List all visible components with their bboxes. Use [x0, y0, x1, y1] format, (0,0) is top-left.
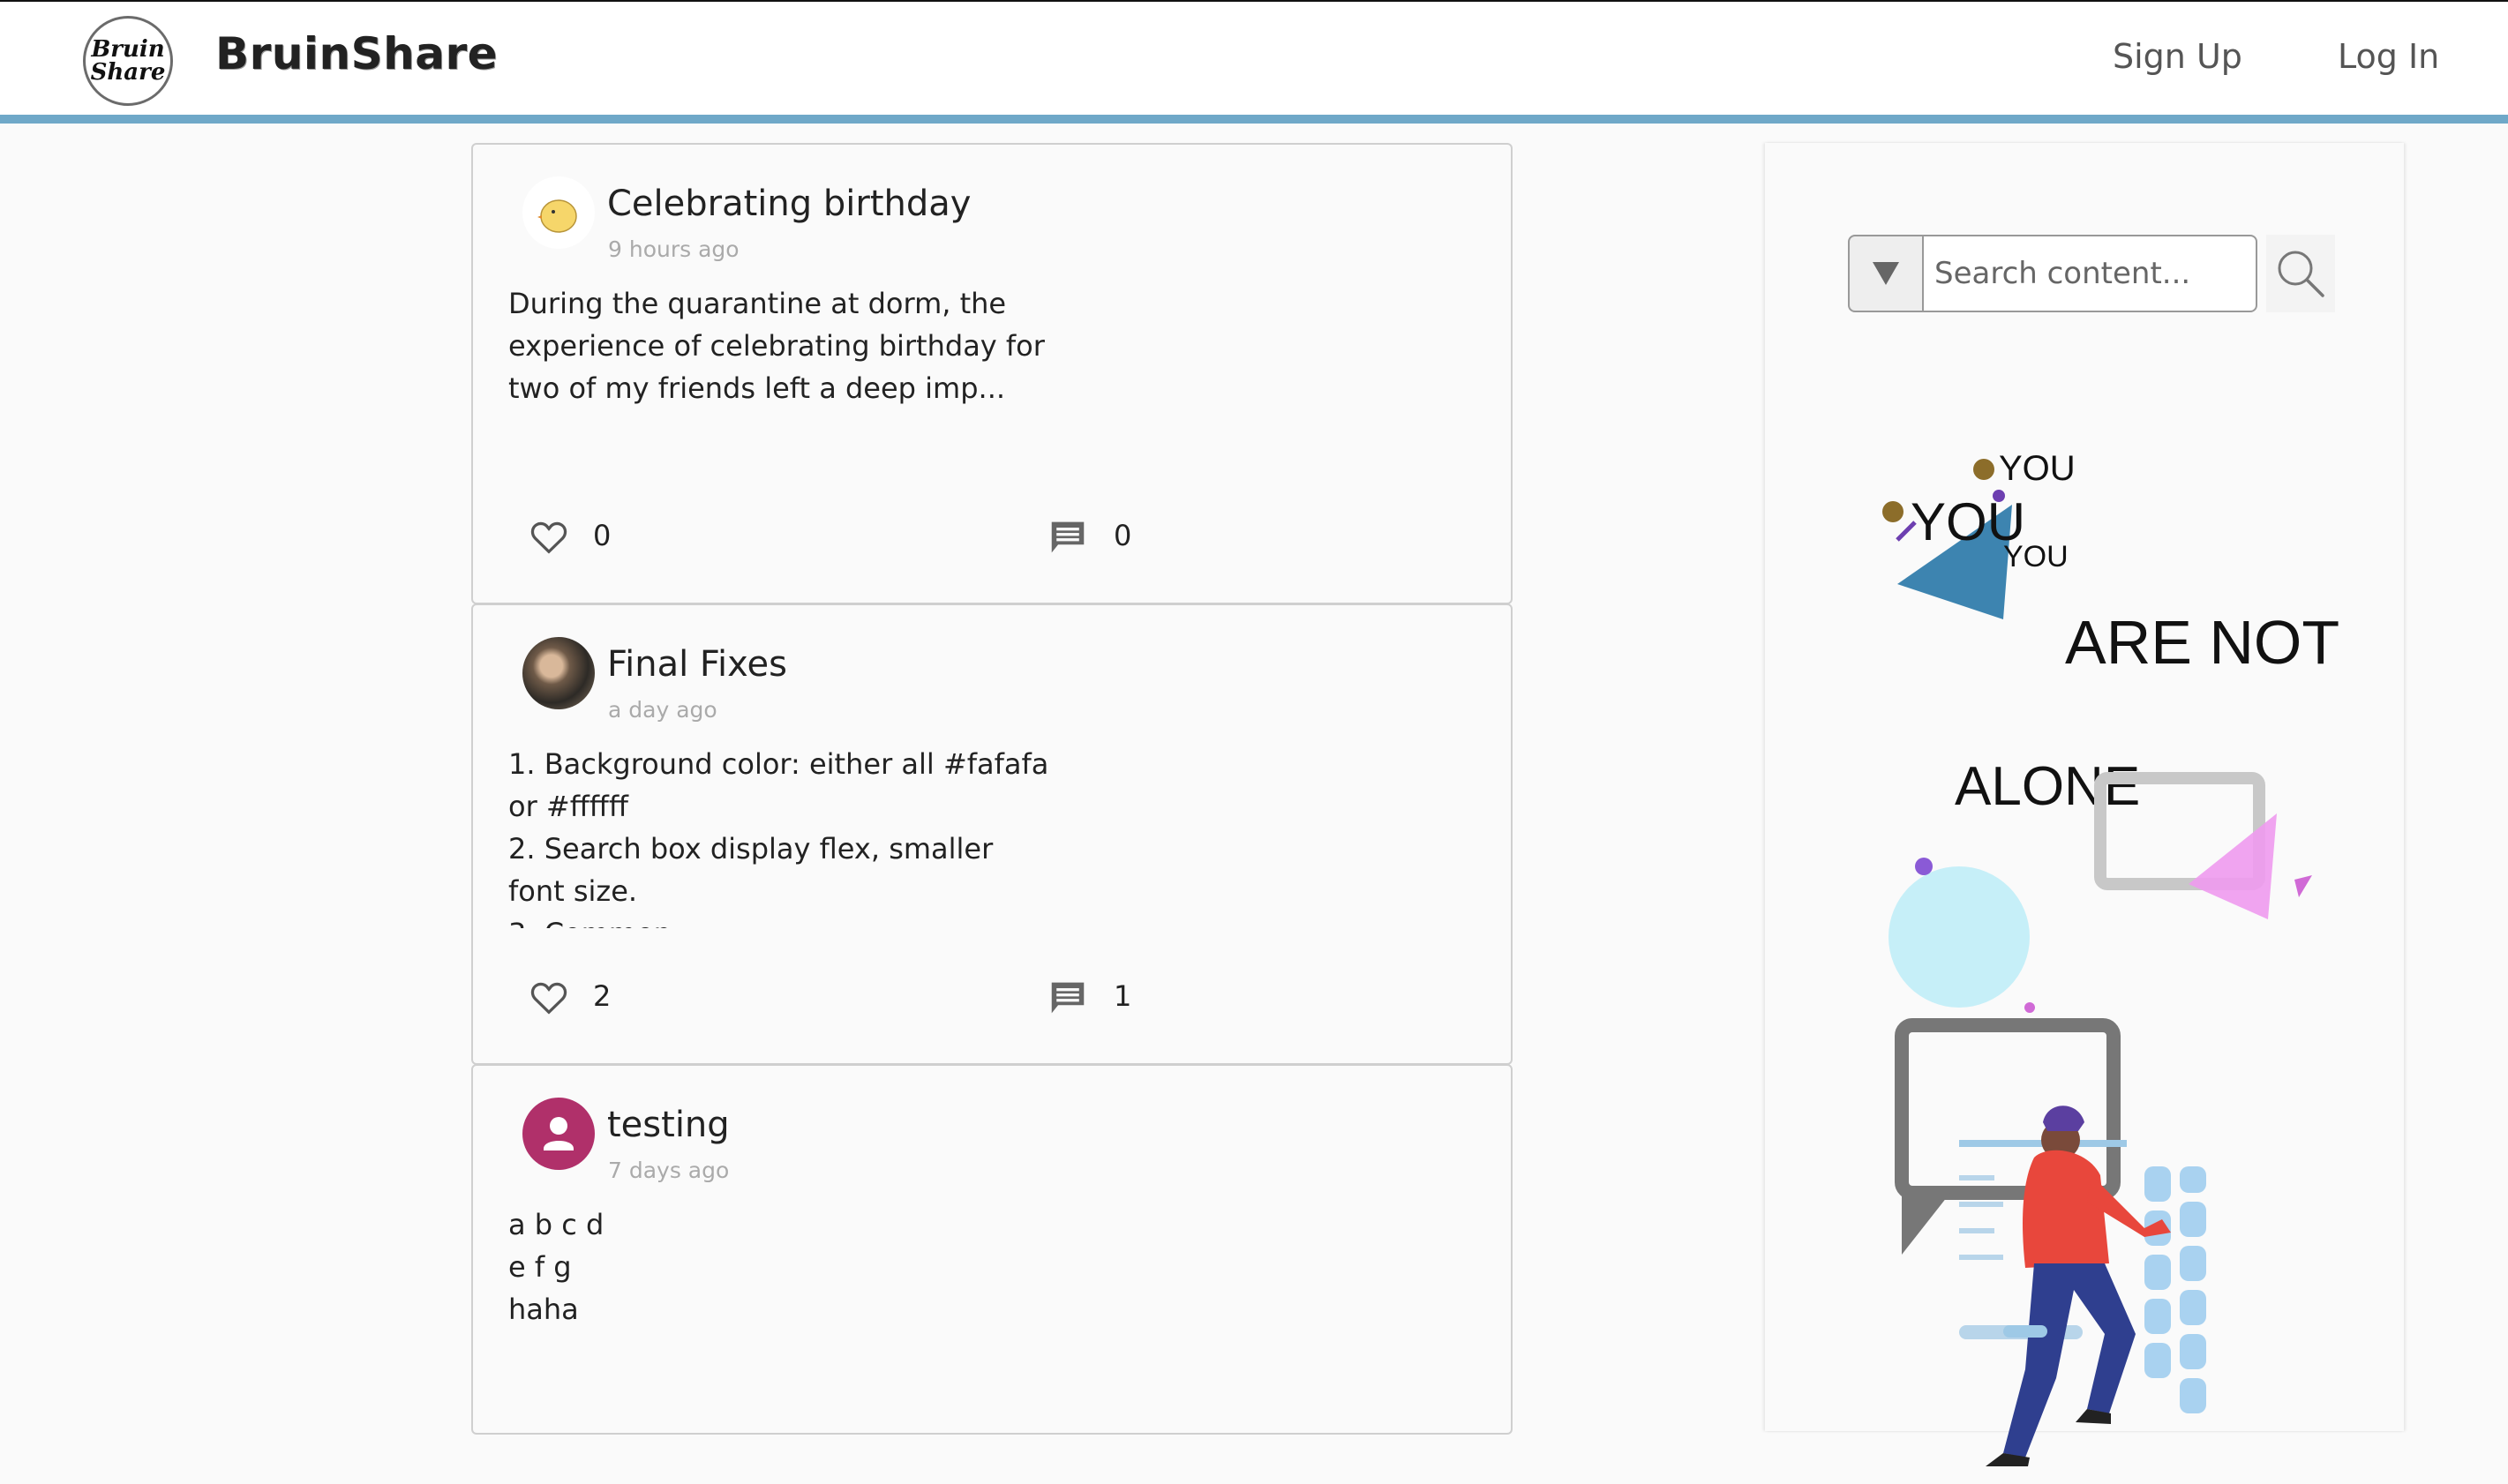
comment-icon[interactable]: [1048, 519, 1087, 556]
post-timestamp: 9 hours ago: [608, 236, 740, 262]
illustration-text-are-not: ARE NOT: [2065, 608, 2339, 677]
comment-icon[interactable]: [1048, 979, 1087, 1016]
default-user-avatar-icon: [522, 1098, 595, 1170]
heart-icon[interactable]: [529, 979, 568, 1015]
post-title[interactable]: Final Fixes: [607, 644, 787, 685]
comment-count: 0: [1114, 519, 1132, 552]
user-photo-avatar: [522, 637, 595, 709]
logo-text-line2: Share: [90, 59, 166, 86]
like-count: 0: [593, 519, 612, 552]
illustration-text-you-bottom: YOU: [2003, 540, 2069, 573]
top-navbar: Bruin Share BruinShare Sign Up Log In: [0, 0, 2508, 124]
comment-count: 1: [1114, 979, 1132, 1013]
post-excerpt: 1. Background color: either all #fafafa …: [508, 747, 1049, 928]
filter-dropdown-button[interactable]: [1848, 235, 1922, 312]
magnifier-icon: [2278, 251, 2324, 297]
like-count: 2: [593, 979, 612, 1013]
right-sidebar: YOU YOU YOU ARE NOT ALONE: [1765, 143, 2404, 1466]
illustration-text-you-top: YOU: [1999, 449, 2076, 488]
bruinshare-logo[interactable]: Bruin Share: [83, 16, 173, 106]
you-are-not-alone-illustration: YOU YOU YOU ARE NOT ALONE: [1882, 449, 2339, 1466]
brand-name[interactable]: BruinShare: [215, 28, 498, 79]
search-input[interactable]: [1922, 235, 2257, 312]
triangle-down-icon: [1873, 262, 1899, 285]
heart-icon[interactable]: [529, 519, 568, 554]
log-in-link[interactable]: Log In: [2338, 37, 2439, 76]
illustration-text-alone: ALONE: [1955, 756, 2140, 817]
logo-text-line1: Bruin: [91, 36, 165, 63]
post-excerpt: a b c d e f g haha: [508, 1208, 604, 1326]
post-timestamp: 7 days ago: [608, 1158, 730, 1183]
post-card[interactable]: Final Fixes a day ago 1. Background colo…: [471, 603, 1513, 1065]
post-timestamp: a day ago: [608, 697, 717, 723]
post-excerpt: During the quarantine at dorm, the exper…: [508, 287, 1045, 405]
sign-up-link[interactable]: Sign Up: [2113, 37, 2242, 76]
post-card[interactable]: Celebrating birthday 9 hours ago During …: [471, 143, 1513, 604]
search-button[interactable]: [2266, 235, 2335, 312]
post-card[interactable]: testing 7 days ago a b c d e f g haha: [471, 1064, 1513, 1435]
post-title[interactable]: Celebrating birthday: [607, 184, 971, 224]
post-title[interactable]: testing: [607, 1105, 730, 1145]
chick-avatar-icon: [522, 176, 595, 249]
